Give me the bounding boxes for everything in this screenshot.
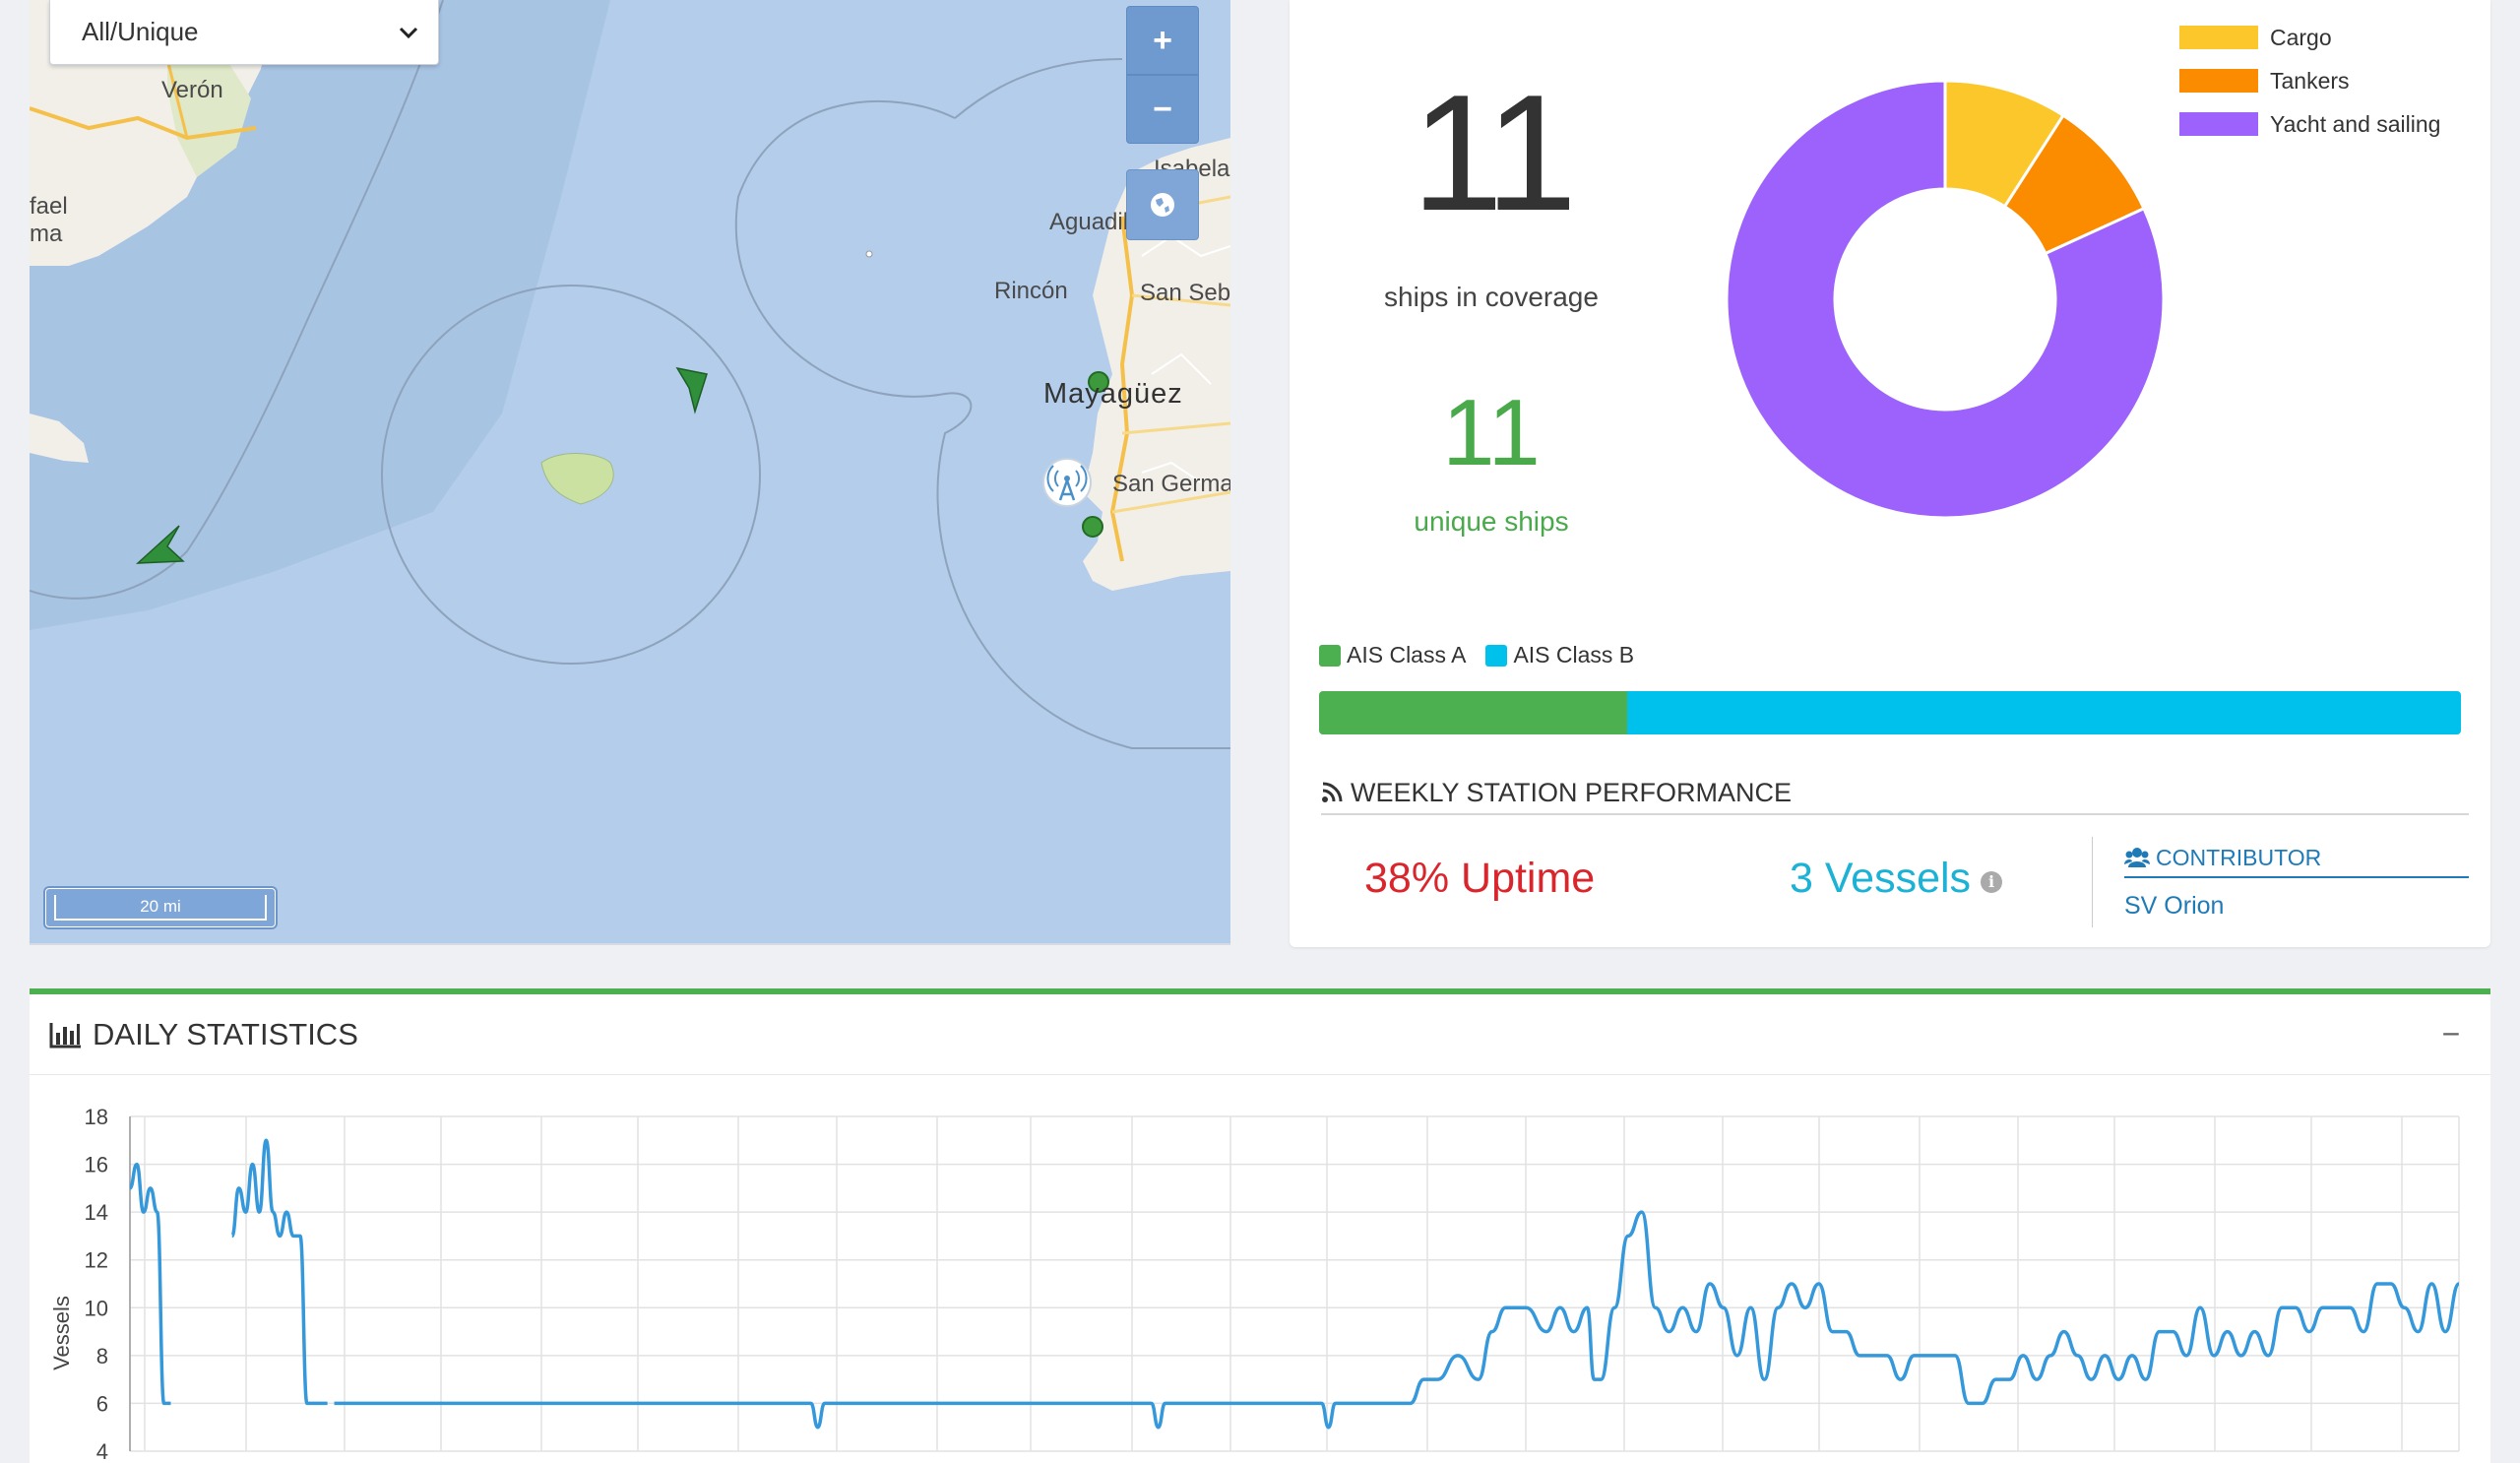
daily-statistics-panel: DAILY STATISTICS − 4 6 8 10 12 14 16 18 Vessels <box>30 988 2490 1463</box>
ais-class-b-segment <box>1627 691 2461 734</box>
ais-class-a-segment <box>1319 691 1628 734</box>
place-label: fael <box>30 193 68 220</box>
unique-ships-label: unique ships <box>1414 506 1569 537</box>
contributor-title: CONTRIBUTOR <box>2156 844 2322 870</box>
legend-label: Tankers <box>2270 67 2350 94</box>
rss-icon <box>1322 782 1343 802</box>
legend-label: Yacht and sailing <box>2270 110 2441 137</box>
uptime-value: 38% Uptime <box>1364 855 1596 902</box>
info-icon[interactable]: i <box>1981 870 2003 893</box>
legend-swatch <box>2179 112 2258 136</box>
weekly-vessels: 3 Vessels i <box>1790 855 2003 903</box>
legend-item-tankers[interactable]: Tankers <box>2179 59 2440 102</box>
station-antenna-icon[interactable] <box>1042 458 1092 507</box>
maritime-boundary <box>954 58 1123 119</box>
class-b-label: AIS Class B <box>1513 642 1635 668</box>
place-label: ma <box>30 221 63 247</box>
place-label: Mayagüez <box>1043 378 1183 410</box>
globe-icon <box>1151 193 1174 217</box>
class-b-swatch <box>1485 644 1508 667</box>
bar-chart-icon <box>49 1022 81 1048</box>
vessel-filter-select[interactable]: All/Unique <box>49 0 439 65</box>
place-label: San Seb <box>1140 280 1230 306</box>
place-label: San Germa <box>1112 471 1230 497</box>
contributor-link[interactable]: SV Orion <box>2124 892 2224 921</box>
zoom-out-button[interactable]: − <box>1126 75 1199 144</box>
weekly-performance-title: WEEKLY STATION PERFORMANCE <box>1351 777 1793 807</box>
place-label: Rincón <box>994 278 1068 304</box>
vessel-marker[interactable] <box>1082 516 1103 538</box>
class-a-swatch <box>1319 644 1341 667</box>
y-tick-label: 16 <box>85 1153 108 1177</box>
class-a-label: AIS Class A <box>1347 642 1467 668</box>
ship-arrow-icon[interactable] <box>675 366 708 414</box>
y-tick-label: 10 <box>85 1296 108 1320</box>
legend-swatch <box>2179 26 2258 49</box>
daily-statistics-header: DAILY STATISTICS <box>30 994 2490 1075</box>
users-icon <box>2124 848 2150 867</box>
collapse-button[interactable]: − <box>2431 1014 2471 1053</box>
contributor-header: CONTRIBUTOR <box>2124 839 2469 878</box>
filter-value: All/Unique <box>82 17 199 46</box>
vessels-value: 3 Vessels <box>1790 855 1972 902</box>
daily-vessels-chart[interactable]: 4 6 8 10 12 14 16 18 Vessels <box>30 1075 2490 1463</box>
chevron-down-icon <box>399 20 418 45</box>
ships-in-coverage-label: ships in coverage <box>1384 282 1599 312</box>
y-tick-label: 4 <box>96 1439 108 1463</box>
y-tick-label: 6 <box>96 1391 108 1416</box>
legend-ais-class-b: AIS Class B <box>1485 642 1634 668</box>
ais-class-bar <box>1319 691 2461 734</box>
y-tick-label: 8 <box>96 1344 108 1368</box>
legend-label: Cargo <box>2270 24 2332 50</box>
map-scale: 20 mi <box>45 888 276 927</box>
y-tick-label: 18 <box>85 1105 108 1129</box>
coverage-map[interactable]: Verón fael ma Isabela Aguadilla Rincón S… <box>30 0 1230 945</box>
place-label: Verón <box>161 77 223 103</box>
unique-ships-count: 11 <box>1442 380 1541 485</box>
vessels-line-segment[interactable] <box>334 1210 2461 1430</box>
zoom-in-button[interactable]: + <box>1126 6 1199 75</box>
station-stats-panel: 11 ships in coverage 11 unique ships Car… <box>1290 0 2490 947</box>
y-tick-label: 12 <box>85 1248 108 1273</box>
daily-statistics-title: DAILY STATISTICS <box>93 1016 358 1051</box>
ships-in-coverage-count: 11 <box>1411 60 1577 245</box>
legend-item-cargo[interactable]: Cargo <box>2179 16 2440 59</box>
scale-label: 20 mi <box>54 895 267 921</box>
vessels-line-segment[interactable] <box>128 1162 171 1406</box>
weekly-performance-header: WEEKLY STATION PERFORMANCE <box>1321 772 2469 815</box>
vessel-type-legend: Cargo Tankers Yacht and sailing <box>2179 16 2440 146</box>
ais-class-legend: AIS Class A AIS Class B <box>1319 642 1654 668</box>
island <box>540 453 614 505</box>
divider <box>2092 837 2093 927</box>
y-axis-label: Vessels <box>49 1296 74 1370</box>
y-tick-label: 14 <box>85 1200 108 1225</box>
legend-item-yacht[interactable]: Yacht and sailing <box>2179 102 2440 146</box>
rock <box>865 250 873 258</box>
vessel-type-donut[interactable] <box>1719 73 2172 526</box>
map-canvas[interactable] <box>30 0 1230 943</box>
legend-swatch <box>2179 69 2258 93</box>
map-layers-button[interactable] <box>1126 169 1199 240</box>
legend-ais-class-a: AIS Class A <box>1319 642 1466 668</box>
